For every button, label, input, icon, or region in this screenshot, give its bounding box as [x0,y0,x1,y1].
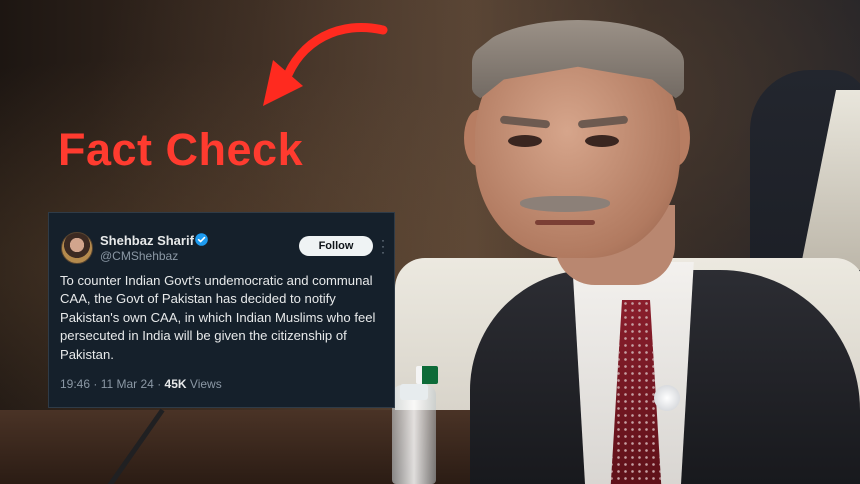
photo-scene: Fact Check Shehbaz Sharif @CMShehbaz Fol… [0,0,860,484]
tweet-date[interactable]: 11 Mar 24 [101,377,154,391]
tweet-handle[interactable]: @CMShehbaz [100,249,178,263]
tweet-text: To counter Indian Govt's undemocratic an… [60,273,376,362]
meta-separator: · [93,377,101,391]
tweet-time[interactable]: 19:46 [60,377,90,391]
tweet-card: Shehbaz Sharif @CMShehbaz Follow · · · To … [48,212,395,408]
person-mouth [535,220,595,225]
meta-separator: · [157,377,165,391]
follow-button[interactable]: Follow [299,236,373,256]
tweet-display-name[interactable]: Shehbaz Sharif [100,233,194,248]
person-eye-right [585,135,619,147]
tweet-views-label: Views [189,377,222,391]
person-mustache [520,196,610,212]
water-bottle-cap [400,384,428,400]
tweet-views-count: 45K [164,377,187,391]
verified-badge-icon [195,233,208,246]
more-options-icon[interactable]: · · · [381,234,387,258]
avatar[interactable] [61,232,93,264]
tweet-meta: 19:46 · 11 Mar 24 · 45K Views [60,377,222,391]
flag-pin-icon [416,366,438,384]
lapel-badge-icon [654,385,680,411]
curved-arrow-icon [263,22,388,106]
person-eye-left [508,135,542,147]
fact-check-headline: Fact Check [58,124,304,175]
